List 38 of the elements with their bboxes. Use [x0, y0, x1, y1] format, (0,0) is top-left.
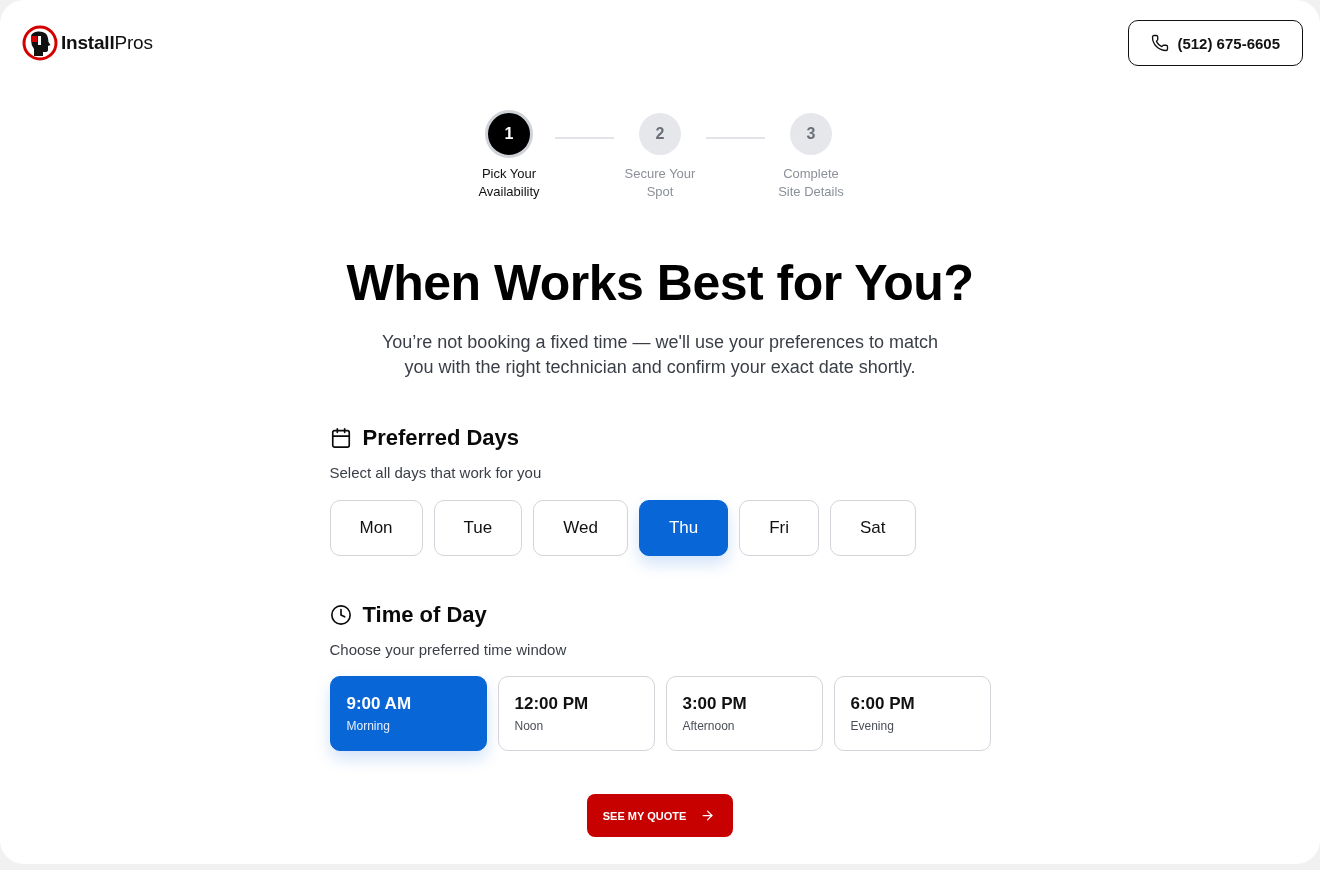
step-label: Pick Your Availability — [477, 165, 541, 201]
day-button[interactable]: Wed — [533, 500, 628, 556]
slot-period: Afternoon — [682, 718, 735, 734]
page-subtitle: You’re not booking a fixed time — we'll use your preferences to match you with the right technician and confirm your exact date shortly. — [380, 331, 940, 379]
time-slot-button[interactable]: 9:00 AM Morning — [329, 676, 487, 751]
day-button[interactable]: Sat — [830, 500, 916, 556]
day-button[interactable]: Fri — [739, 500, 820, 556]
day-button[interactable]: Thu — [638, 500, 729, 556]
section-hint: Select all days that work for you — [329, 463, 543, 483]
section-hint: Choose your preferred time window — [329, 640, 568, 660]
slot-time: 6:00 PM — [850, 693, 915, 714]
brand-logo-text: InstallPros — [61, 32, 153, 54]
slot-time: 9:00 AM — [346, 693, 412, 714]
time-slot-button[interactable]: 3:00 PM Afternoon — [665, 676, 823, 751]
page-title: When Works Best for You? — [346, 254, 974, 313]
phone-icon — [1151, 34, 1170, 52]
clock-icon — [329, 604, 352, 626]
section-title: Time of Day — [362, 602, 487, 628]
time-slot-button[interactable]: 12:00 PM Noon — [497, 676, 655, 751]
calendar-icon — [329, 427, 352, 449]
day-button[interactable]: Mon — [329, 500, 423, 556]
slot-period: Morning — [346, 718, 390, 734]
step-circle: 2 — [639, 113, 681, 155]
day-button[interactable]: Tue — [433, 500, 523, 556]
step-label: Complete Site Details — [777, 165, 845, 201]
step-circle: 3 — [790, 113, 832, 155]
slot-period: Noon — [514, 718, 544, 734]
section-title: Preferred Days — [362, 425, 520, 451]
slot-period: Evening — [850, 718, 894, 734]
arrow-right-icon — [700, 808, 716, 823]
time-slot-button[interactable]: 6:00 PM Evening — [833, 676, 991, 751]
step-label: Secure Your Spot — [623, 165, 697, 201]
slot-time: 12:00 PM — [514, 693, 589, 714]
step-circle: 1 — [485, 110, 533, 158]
phone-button[interactable]: (512) 675-6605 — [1128, 20, 1303, 66]
logo-icon — [22, 25, 58, 61]
see-quote-button[interactable]: SEE MY QUOTE — [586, 794, 734, 837]
slot-time: 3:00 PM — [682, 693, 747, 714]
